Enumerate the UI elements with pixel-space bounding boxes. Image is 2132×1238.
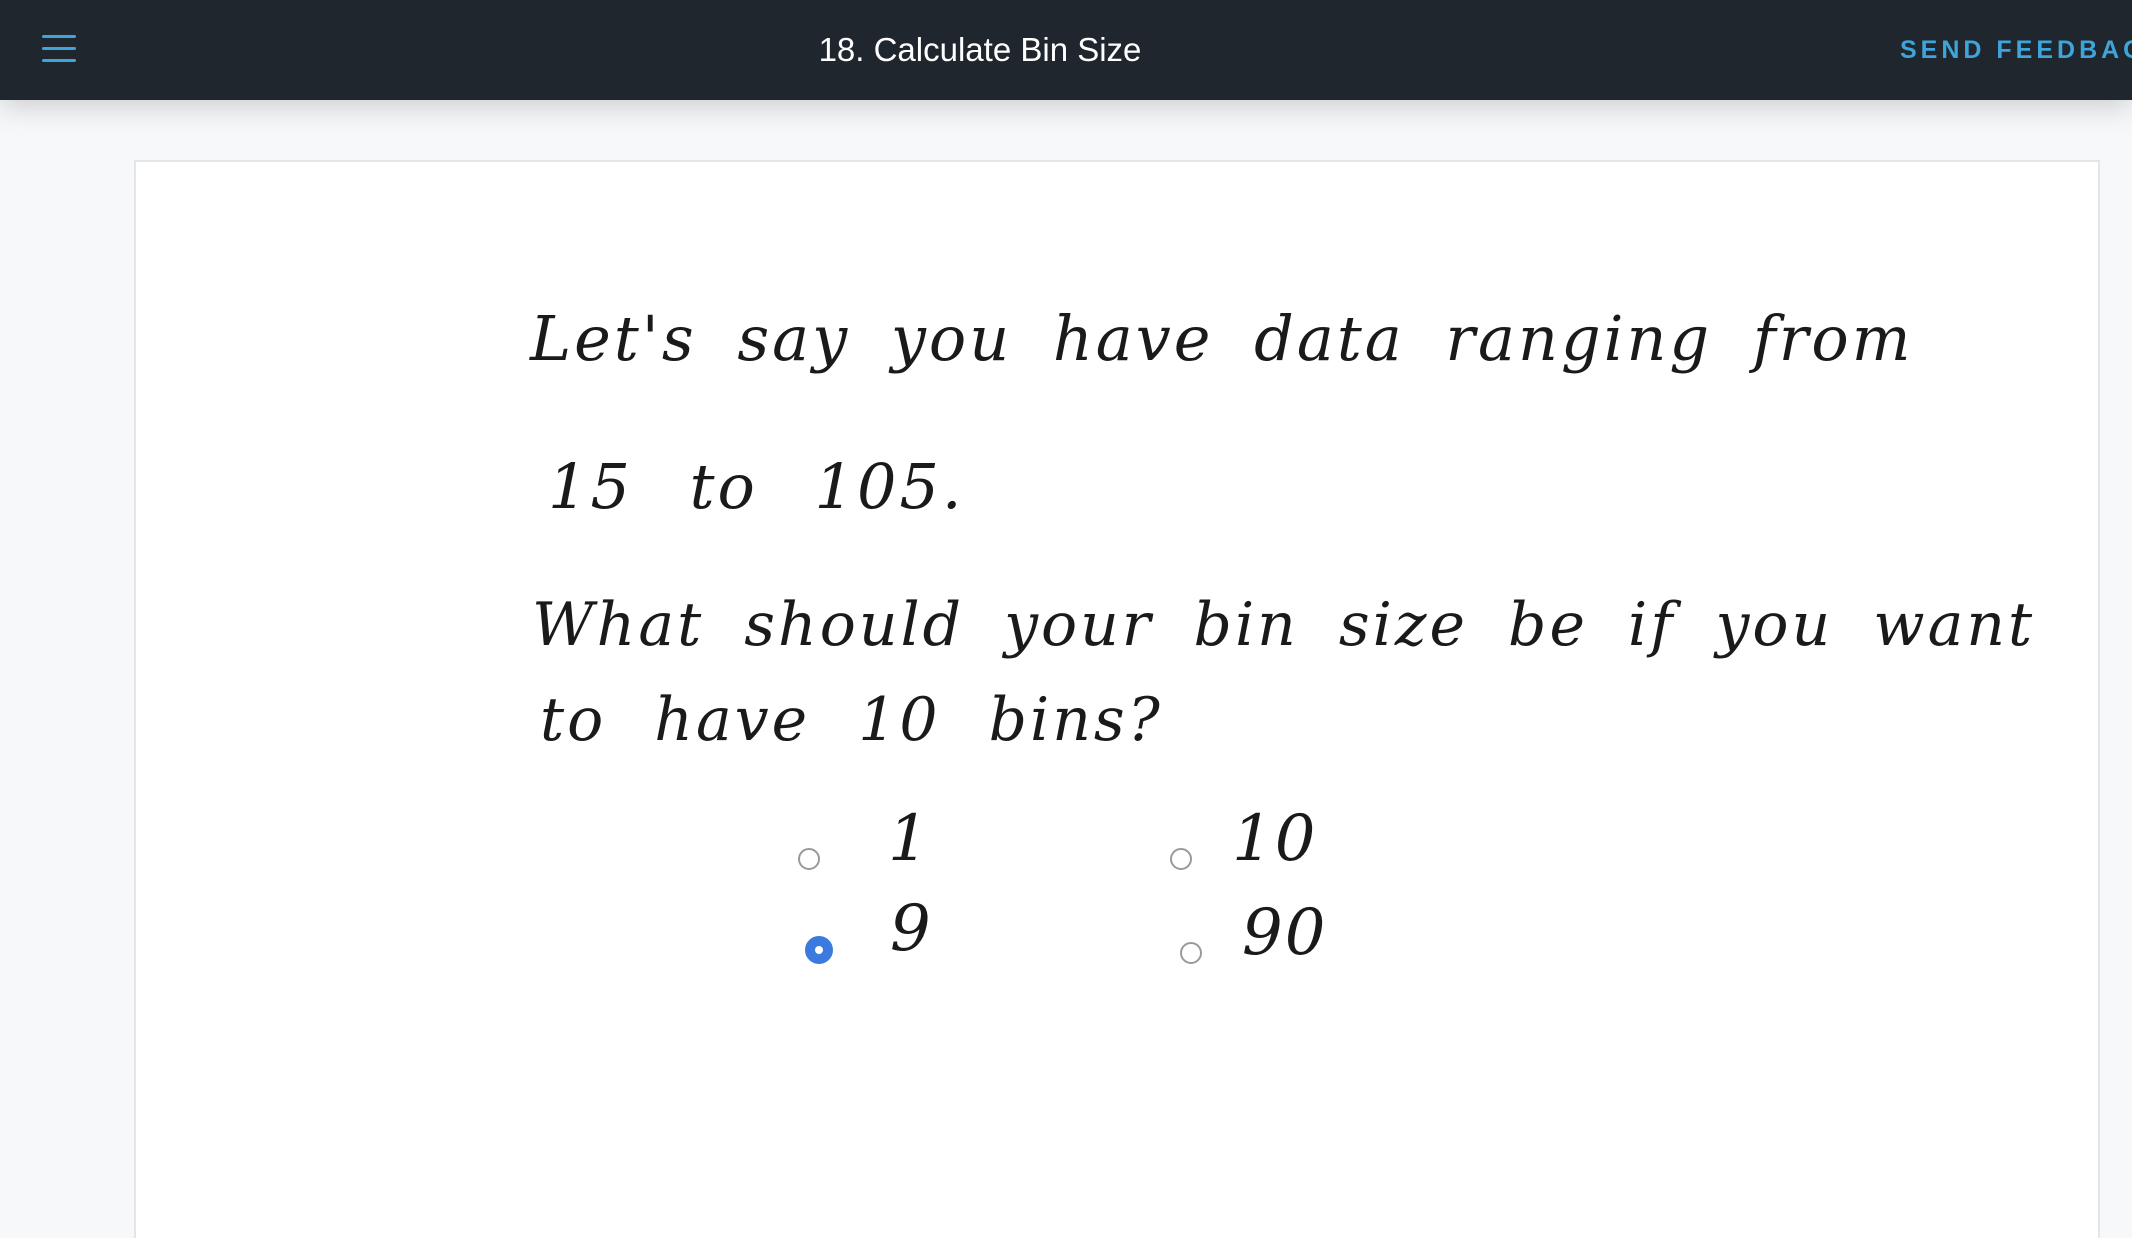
prompt-line-2: 15 to 105.: [548, 450, 965, 523]
quiz-canvas: Let's say you have data ranging from 15 …: [134, 160, 2100, 1238]
question-line-2: to have 10 bins?: [540, 685, 1163, 755]
option-10-label: 10: [1232, 802, 1318, 876]
question-line-1: What should your bin size be if you want: [532, 590, 2036, 660]
prompt-line-1: Let's say you have data ranging from: [530, 302, 1914, 375]
option-90-radio[interactable]: [1180, 942, 1202, 964]
option-1-radio[interactable]: [798, 848, 820, 870]
page-title: 18. Calculate Bin Size: [818, 31, 1142, 68]
top-bar: 18. Calculate Bin Size SEND FEEDBACK: [0, 0, 2132, 100]
send-feedback-link[interactable]: SEND FEEDBACK: [1900, 0, 2132, 100]
option-90-label: 90: [1242, 896, 1328, 970]
option-1-label: 1: [888, 802, 931, 876]
option-9-radio[interactable]: [805, 936, 833, 964]
option-10-radio[interactable]: [1170, 848, 1192, 870]
option-9-label: 9: [890, 892, 933, 966]
